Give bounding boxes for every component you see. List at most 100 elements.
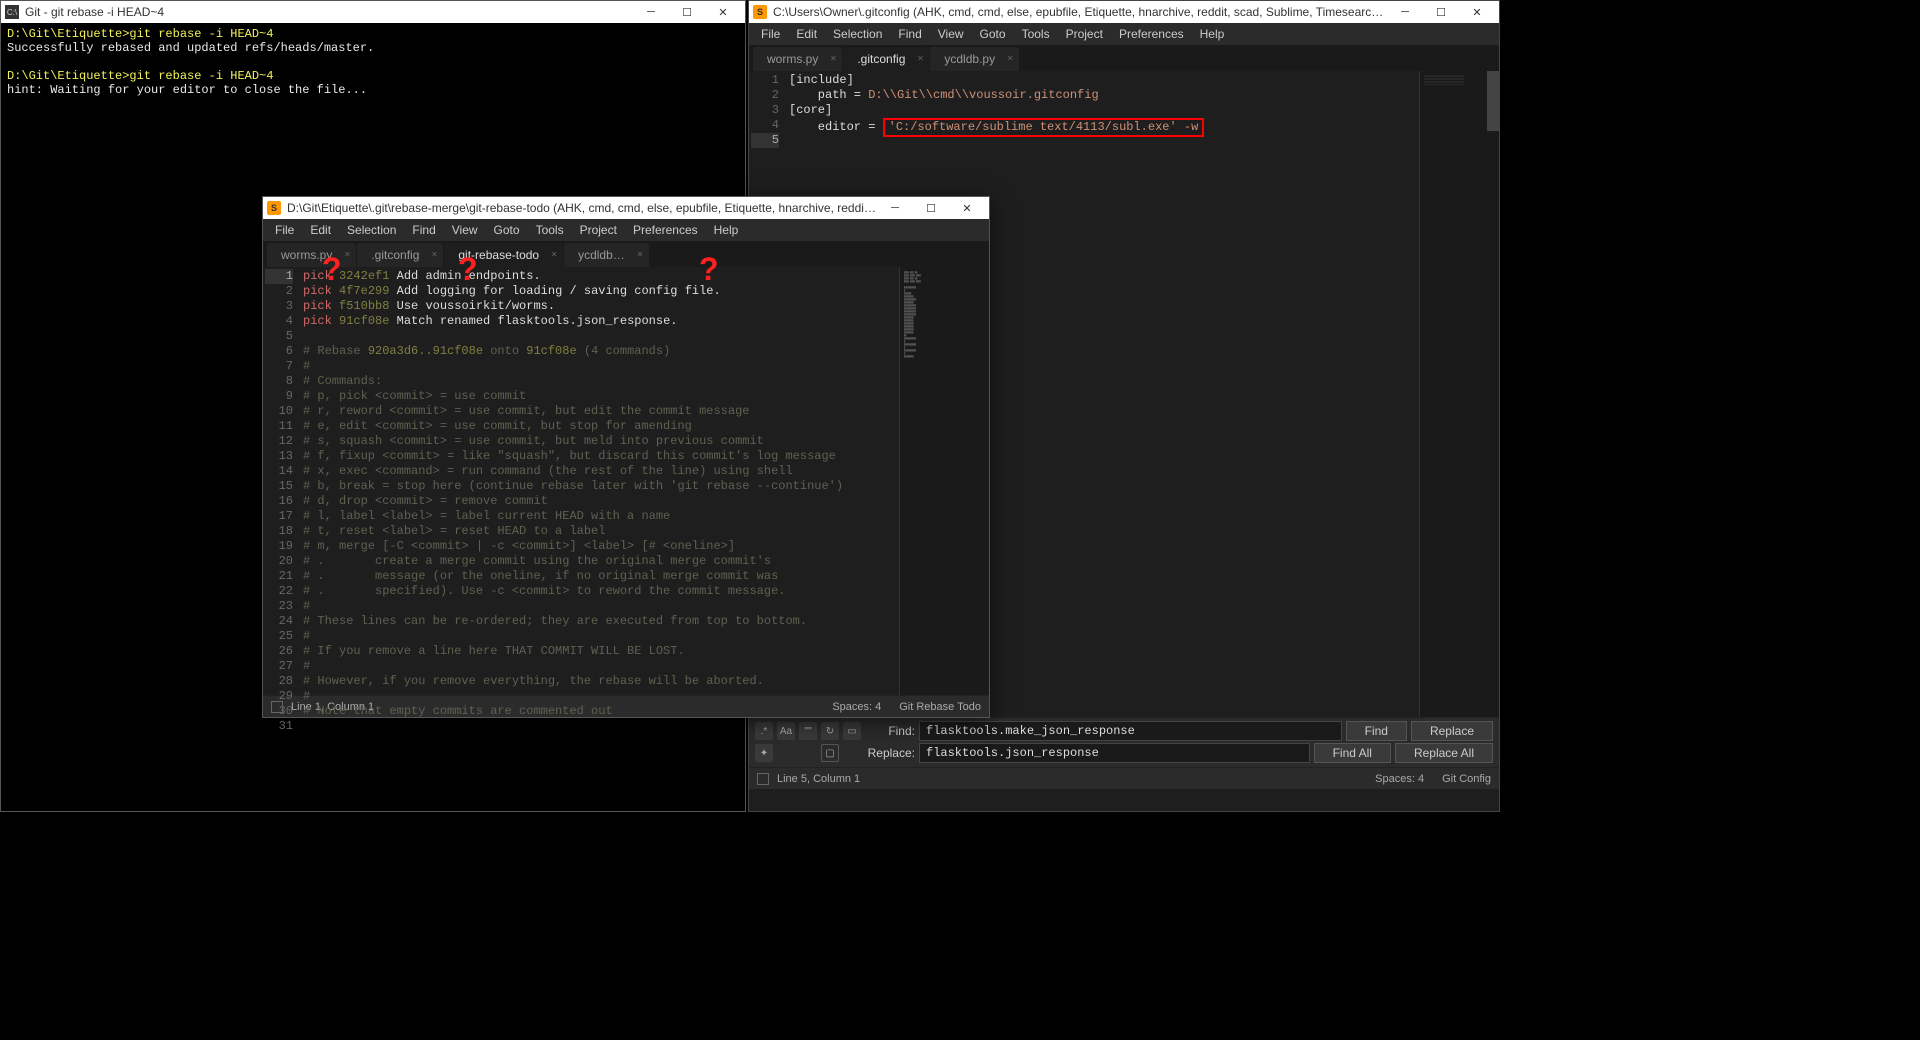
maximize-button[interactable]: ☐ bbox=[1423, 1, 1459, 23]
question-mark-annotation: ? bbox=[699, 251, 719, 288]
close-icon[interactable]: × bbox=[831, 54, 837, 65]
highlighted-editor-path: 'C:/software/sublime text/4113/subl.exe'… bbox=[883, 118, 1205, 137]
menu-tools[interactable]: Tools bbox=[528, 221, 572, 239]
menu-project[interactable]: Project bbox=[572, 221, 625, 239]
menu-project[interactable]: Project bbox=[1058, 25, 1111, 43]
scrollbar[interactable] bbox=[1487, 71, 1499, 697]
maximize-button[interactable]: ☐ bbox=[669, 1, 705, 23]
preserve-case-toggle[interactable]: ▢ bbox=[821, 744, 839, 762]
close-icon[interactable]: × bbox=[551, 250, 557, 261]
code-line: # d, drop <commit> = remove commit bbox=[303, 494, 899, 509]
highlight-toggle[interactable]: ✦ bbox=[755, 744, 773, 762]
menu-find[interactable]: Find bbox=[404, 221, 443, 239]
in-selection-toggle[interactable]: ▭ bbox=[843, 722, 861, 740]
menu-bar: File Edit Selection Find View Goto Tools… bbox=[749, 23, 1499, 45]
maximize-button[interactable]: ☐ bbox=[913, 197, 949, 219]
code-line: # Commands: bbox=[303, 374, 899, 389]
replace-input[interactable] bbox=[919, 743, 1310, 763]
menu-view[interactable]: View bbox=[930, 25, 972, 43]
sublime-icon: S bbox=[753, 5, 767, 19]
code-line: # bbox=[303, 629, 899, 644]
sublime-titlebar[interactable]: S D:\Git\Etiquette\.git\rebase-merge\git… bbox=[263, 197, 989, 219]
regex-toggle[interactable]: .* bbox=[755, 722, 773, 740]
findall-button[interactable]: Find All bbox=[1314, 743, 1391, 763]
menu-selection[interactable]: Selection bbox=[825, 25, 890, 43]
sublime-icon: S bbox=[267, 201, 281, 215]
tab-worms[interactable]: worms.py× bbox=[267, 243, 356, 267]
menu-selection[interactable]: Selection bbox=[339, 221, 404, 239]
status-bar: Line 5, Column 1 Spaces: 4 Git Config bbox=[749, 767, 1499, 789]
sublime-titlebar[interactable]: S C:\Users\Owner\.gitconfig (AHK, cmd, c… bbox=[749, 1, 1499, 23]
code-line: # Rebase 920a3d6..91cf08e onto 91cf08e (… bbox=[303, 344, 899, 359]
tab-ycdldb[interactable]: ycdldb…× bbox=[564, 243, 649, 267]
close-icon[interactable]: × bbox=[637, 250, 643, 261]
cursor-position[interactable]: Line 5, Column 1 bbox=[777, 773, 860, 785]
code-line: # Note that empty commits are commented … bbox=[303, 704, 899, 719]
minimize-button[interactable]: ─ bbox=[877, 197, 913, 219]
menu-edit[interactable]: Edit bbox=[302, 221, 339, 239]
menu-edit[interactable]: Edit bbox=[788, 25, 825, 43]
question-mark-annotation: ? bbox=[458, 251, 478, 288]
case-toggle[interactable]: Aa bbox=[777, 722, 795, 740]
code-line: # m, merge [-C <commit> | -c <commit>] <… bbox=[303, 539, 899, 554]
terminal-titlebar[interactable]: C:\ Git - git rebase -i HEAD~4 ─ ☐ ✕ bbox=[1, 1, 745, 23]
code-line: pick 91cf08e Match renamed flasktools.js… bbox=[303, 314, 899, 329]
minimap[interactable]: ████ ███ ██████ ████ ████████ ███ ██████… bbox=[899, 267, 989, 695]
code-line: # f, fixup <commit> = like "squash", but… bbox=[303, 449, 899, 464]
menu-file[interactable]: File bbox=[753, 25, 788, 43]
gutter: 1234567891011121314151617181920212223242… bbox=[263, 267, 303, 695]
code-line: # s, squash <commit> = use commit, but m… bbox=[303, 434, 899, 449]
menu-help[interactable]: Help bbox=[706, 221, 747, 239]
find-replace-panel: .* Aa "" ↻ ▭ Find: Find Replace ✦ ▢ Repl… bbox=[749, 717, 1499, 767]
menu-find[interactable]: Find bbox=[890, 25, 929, 43]
code-line: editor = 'C:/software/sublime text/4113/… bbox=[789, 118, 1419, 133]
term-line: D:\Git\Etiquette>git rebase -i HEAD~4 bbox=[7, 69, 273, 83]
tab-gitconfig[interactable]: .gitconfig× bbox=[843, 47, 929, 71]
menu-help[interactable]: Help bbox=[1192, 25, 1233, 43]
indent-info[interactable]: Spaces: 4 bbox=[1375, 773, 1424, 785]
editor-area[interactable]: 1234567891011121314151617181920212223242… bbox=[263, 267, 989, 695]
close-icon[interactable]: × bbox=[432, 250, 438, 261]
close-button[interactable]: ✕ bbox=[705, 1, 741, 23]
replace-button[interactable]: Replace bbox=[1411, 721, 1493, 741]
term-line: Successfully rebased and updated refs/he… bbox=[7, 41, 374, 55]
code-line bbox=[303, 329, 899, 344]
syntax-info[interactable]: Git Rebase Todo bbox=[899, 701, 981, 713]
code-line: [include] bbox=[789, 73, 1419, 88]
menu-goto[interactable]: Goto bbox=[486, 221, 528, 239]
menu-view[interactable]: View bbox=[444, 221, 486, 239]
tab-ycdldb[interactable]: ycdldb.py× bbox=[930, 47, 1019, 71]
terminal-body[interactable]: D:\Git\Etiquette>git rebase -i HEAD~4 Su… bbox=[1, 23, 745, 101]
find-label: Find: bbox=[865, 724, 915, 738]
sublime-title: D:\Git\Etiquette\.git\rebase-merge\git-r… bbox=[287, 201, 877, 215]
menu-tools[interactable]: Tools bbox=[1014, 25, 1058, 43]
syntax-info[interactable]: Git Config bbox=[1442, 773, 1491, 785]
term-line: hint: Waiting for your editor to close t… bbox=[7, 83, 367, 97]
replace-label: Replace: bbox=[865, 746, 915, 760]
minimize-button[interactable]: ─ bbox=[1387, 1, 1423, 23]
find-input[interactable] bbox=[919, 721, 1342, 741]
word-toggle[interactable]: "" bbox=[799, 722, 817, 740]
tab-bar: worms.py× .gitconfig× ycdldb.py× bbox=[749, 45, 1499, 71]
wrap-toggle[interactable]: ↻ bbox=[821, 722, 839, 740]
minimize-button[interactable]: ─ bbox=[633, 1, 669, 23]
close-icon[interactable]: × bbox=[918, 54, 924, 65]
close-icon[interactable]: × bbox=[345, 250, 351, 261]
close-button[interactable]: ✕ bbox=[949, 197, 985, 219]
tab-worms[interactable]: worms.py× bbox=[753, 47, 842, 71]
code-line: # l, label <label> = label current HEAD … bbox=[303, 509, 899, 524]
close-icon[interactable]: × bbox=[1007, 54, 1013, 65]
menu-bar: File Edit Selection Find View Goto Tools… bbox=[263, 219, 989, 241]
menu-goto[interactable]: Goto bbox=[972, 25, 1014, 43]
menu-preferences[interactable]: Preferences bbox=[1111, 25, 1192, 43]
code-line: # These lines can be re-ordered; they ar… bbox=[303, 614, 899, 629]
menu-preferences[interactable]: Preferences bbox=[625, 221, 706, 239]
menu-file[interactable]: File bbox=[267, 221, 302, 239]
find-button[interactable]: Find bbox=[1346, 721, 1407, 741]
status-icon bbox=[757, 773, 769, 785]
code-area[interactable]: pick 3242ef1 Add admin endpoints.pick 4f… bbox=[303, 267, 899, 695]
tab-gitconfig[interactable]: .gitconfig× bbox=[357, 243, 443, 267]
replaceall-button[interactable]: Replace All bbox=[1395, 743, 1493, 763]
terminal-icon: C:\ bbox=[5, 5, 19, 19]
close-button[interactable]: ✕ bbox=[1459, 1, 1495, 23]
